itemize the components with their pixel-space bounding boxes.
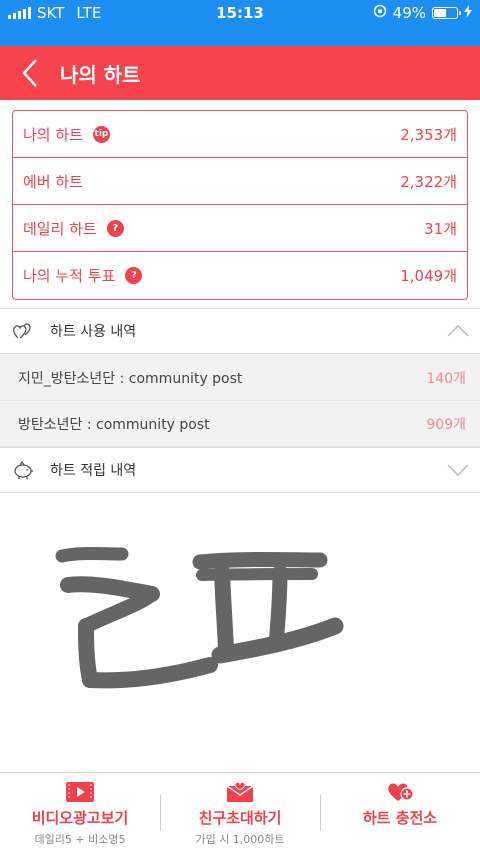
envelope-icon [226, 781, 254, 802]
chevron-left-icon [22, 59, 37, 87]
battery-icon [432, 7, 461, 19]
help-icon[interactable]: ? [125, 267, 143, 284]
earn-history-title: 하트 적립 내역 [50, 463, 137, 479]
history-item-count: 140개 [426, 370, 466, 387]
rotation-lock-icon [373, 4, 387, 22]
earn-history-toggle[interactable]: 하트 적립 내역 [0, 447, 480, 493]
watch-video-ad-button[interactable]: 비디오광고보기 데일리5 + 비소명5 [0, 773, 160, 853]
stat-total-votes: 나의 누적 투표 ? 1,049개 [13, 252, 467, 299]
stat-label: 나의 하트 [23, 125, 83, 144]
charging-icon [464, 4, 472, 22]
tip-icon[interactable]: tip [92, 125, 110, 143]
stat-value: 1,049개 [400, 267, 457, 285]
video-ad-label: 비디오광고보기 [31, 809, 129, 827]
history-item-count: 909개 [426, 416, 466, 433]
heart-plus-icon [388, 783, 414, 801]
bottom-action-bar: 비디오광고보기 데일리5 + 비소명5 친구초대하기 가입 시 1,000하트 … [0, 772, 480, 853]
chevron-up-icon [436, 325, 480, 337]
battery-percent: 49% [392, 4, 426, 22]
piggy-bank-icon [0, 460, 46, 480]
video-play-icon [66, 782, 94, 802]
status-bar: SKT LTE 15:13 49% [0, 0, 480, 46]
stat-value: 2,353개 [400, 125, 457, 144]
invite-sub: 가입 시 1,000하트 [195, 833, 285, 846]
stat-ever-hearts: 에버 하트 2,322개 [13, 158, 467, 205]
back-button[interactable] [0, 46, 60, 100]
battery-fill [434, 9, 446, 17]
history-item-name: 방탄소년단 : community post [18, 416, 210, 433]
history-item-name: 지민_방탄소년단 : community post [18, 370, 243, 387]
stat-value: 2,322개 [400, 172, 457, 191]
usage-history-title: 하트 사용 내역 [50, 324, 137, 340]
heart-shop-button[interactable]: 하트 충전소 [320, 773, 480, 853]
stat-label: 에버 하트 [23, 172, 83, 191]
chevron-down-icon [436, 464, 480, 476]
stat-daily-hearts: 데일리 하트 ? 31개 [13, 205, 467, 252]
heart-stats: 나의 하트 tip 2,353개 에버 하트 2,322개 데일리 하트 ? 3… [12, 110, 468, 300]
stat-my-hearts: 나의 하트 tip 2,353개 [13, 111, 467, 158]
invite-friends-button[interactable]: 친구초대하기 가입 시 1,000하트 [160, 773, 320, 853]
usage-history-toggle[interactable]: 하트 사용 내역 [0, 308, 480, 354]
invite-label: 친구초대하기 [198, 809, 282, 827]
page-title: 나의 하트 [60, 62, 141, 87]
list-item: 방탄소년단 : community post 909개 [0, 401, 480, 447]
heart-shop-label: 하트 충전소 [362, 809, 438, 827]
hearts-outline-icon [0, 322, 46, 340]
app-header: 나의 하트 [0, 46, 480, 100]
stat-label: 데일리 하트 [23, 219, 97, 238]
stat-value: 31개 [424, 219, 457, 238]
video-ad-sub: 데일리5 + 비소명5 [34, 833, 126, 846]
stat-label: 나의 누적 투표 [23, 267, 116, 285]
help-icon[interactable]: ? [106, 219, 124, 237]
brush-scribble [55, 547, 344, 689]
list-item: 지민_방탄소년단 : community post 140개 [0, 355, 480, 401]
